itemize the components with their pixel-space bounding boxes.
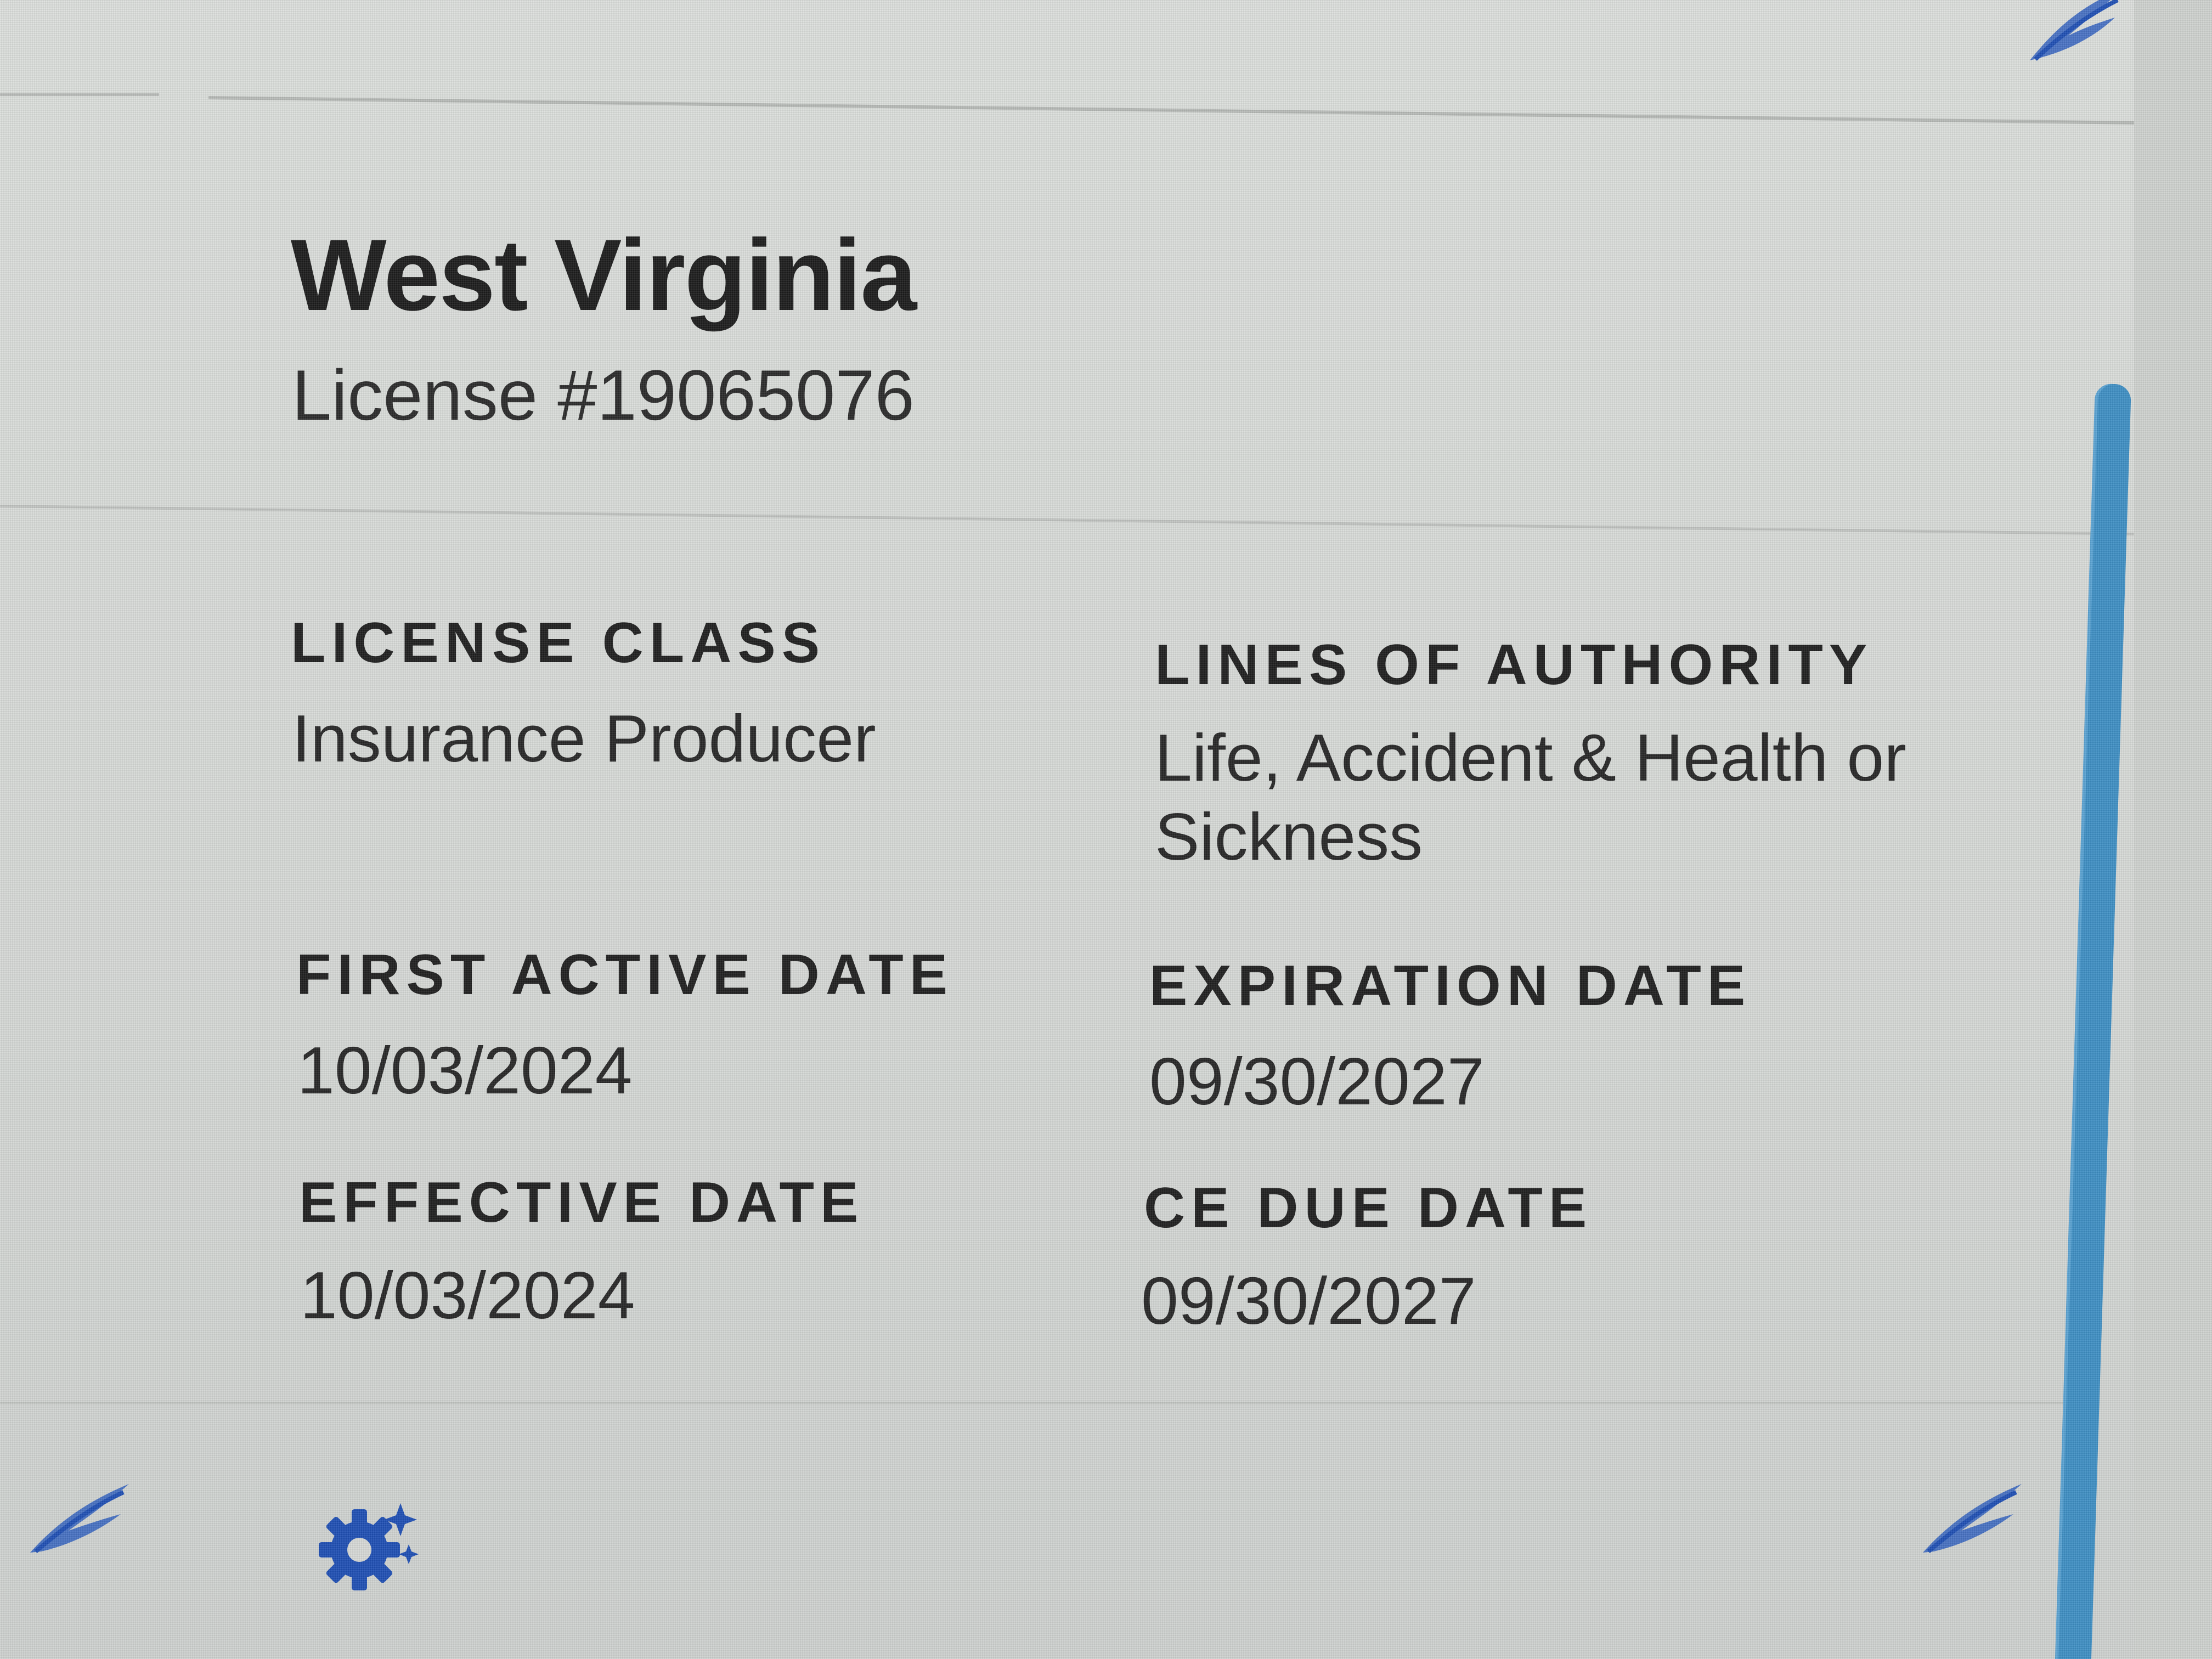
- license-number: License #19065076: [292, 355, 915, 435]
- effective-date-value: 10/03/2024: [300, 1258, 635, 1333]
- license-class-value: Insurance Producer: [292, 701, 876, 776]
- first-active-date-label: FIRST ACTIVE DATE: [296, 943, 954, 1007]
- state-title: West Virginia: [291, 219, 917, 332]
- expiration-date-value: 09/30/2027: [1149, 1044, 1485, 1119]
- gear-sparkle-icon[interactable]: [313, 1492, 422, 1591]
- license-class-label: LICENSE CLASS: [291, 611, 826, 675]
- first-active-date-value: 10/03/2024: [297, 1033, 633, 1108]
- lines-of-authority-label: LINES OF AUTHORITY: [1155, 633, 1874, 697]
- feather-logo-icon: [1923, 1484, 2022, 1554]
- effective-date-label: EFFECTIVE DATE: [299, 1171, 865, 1234]
- feather-logo-icon: [30, 1484, 129, 1554]
- license-card: West Virginia License #19065076 LICENSE …: [0, 0, 2212, 1659]
- header-divider: [0, 505, 2212, 537]
- ce-due-date-value: 09/30/2027: [1141, 1263, 1476, 1338]
- lines-of-authority-value: Life, Accident & Health or Sickness: [1155, 720, 1906, 874]
- footer-divider: [0, 1402, 2085, 1404]
- license-detail-screen: West Virginia License #19065076 LICENSE …: [0, 0, 2212, 1659]
- scrollbar-track[interactable]: [2134, 0, 2212, 1659]
- top-divider-left: [0, 93, 159, 96]
- expiration-date-label: EXPIRATION DATE: [1149, 954, 1752, 1018]
- ce-due-date-label: CE DUE DATE: [1144, 1176, 1593, 1240]
